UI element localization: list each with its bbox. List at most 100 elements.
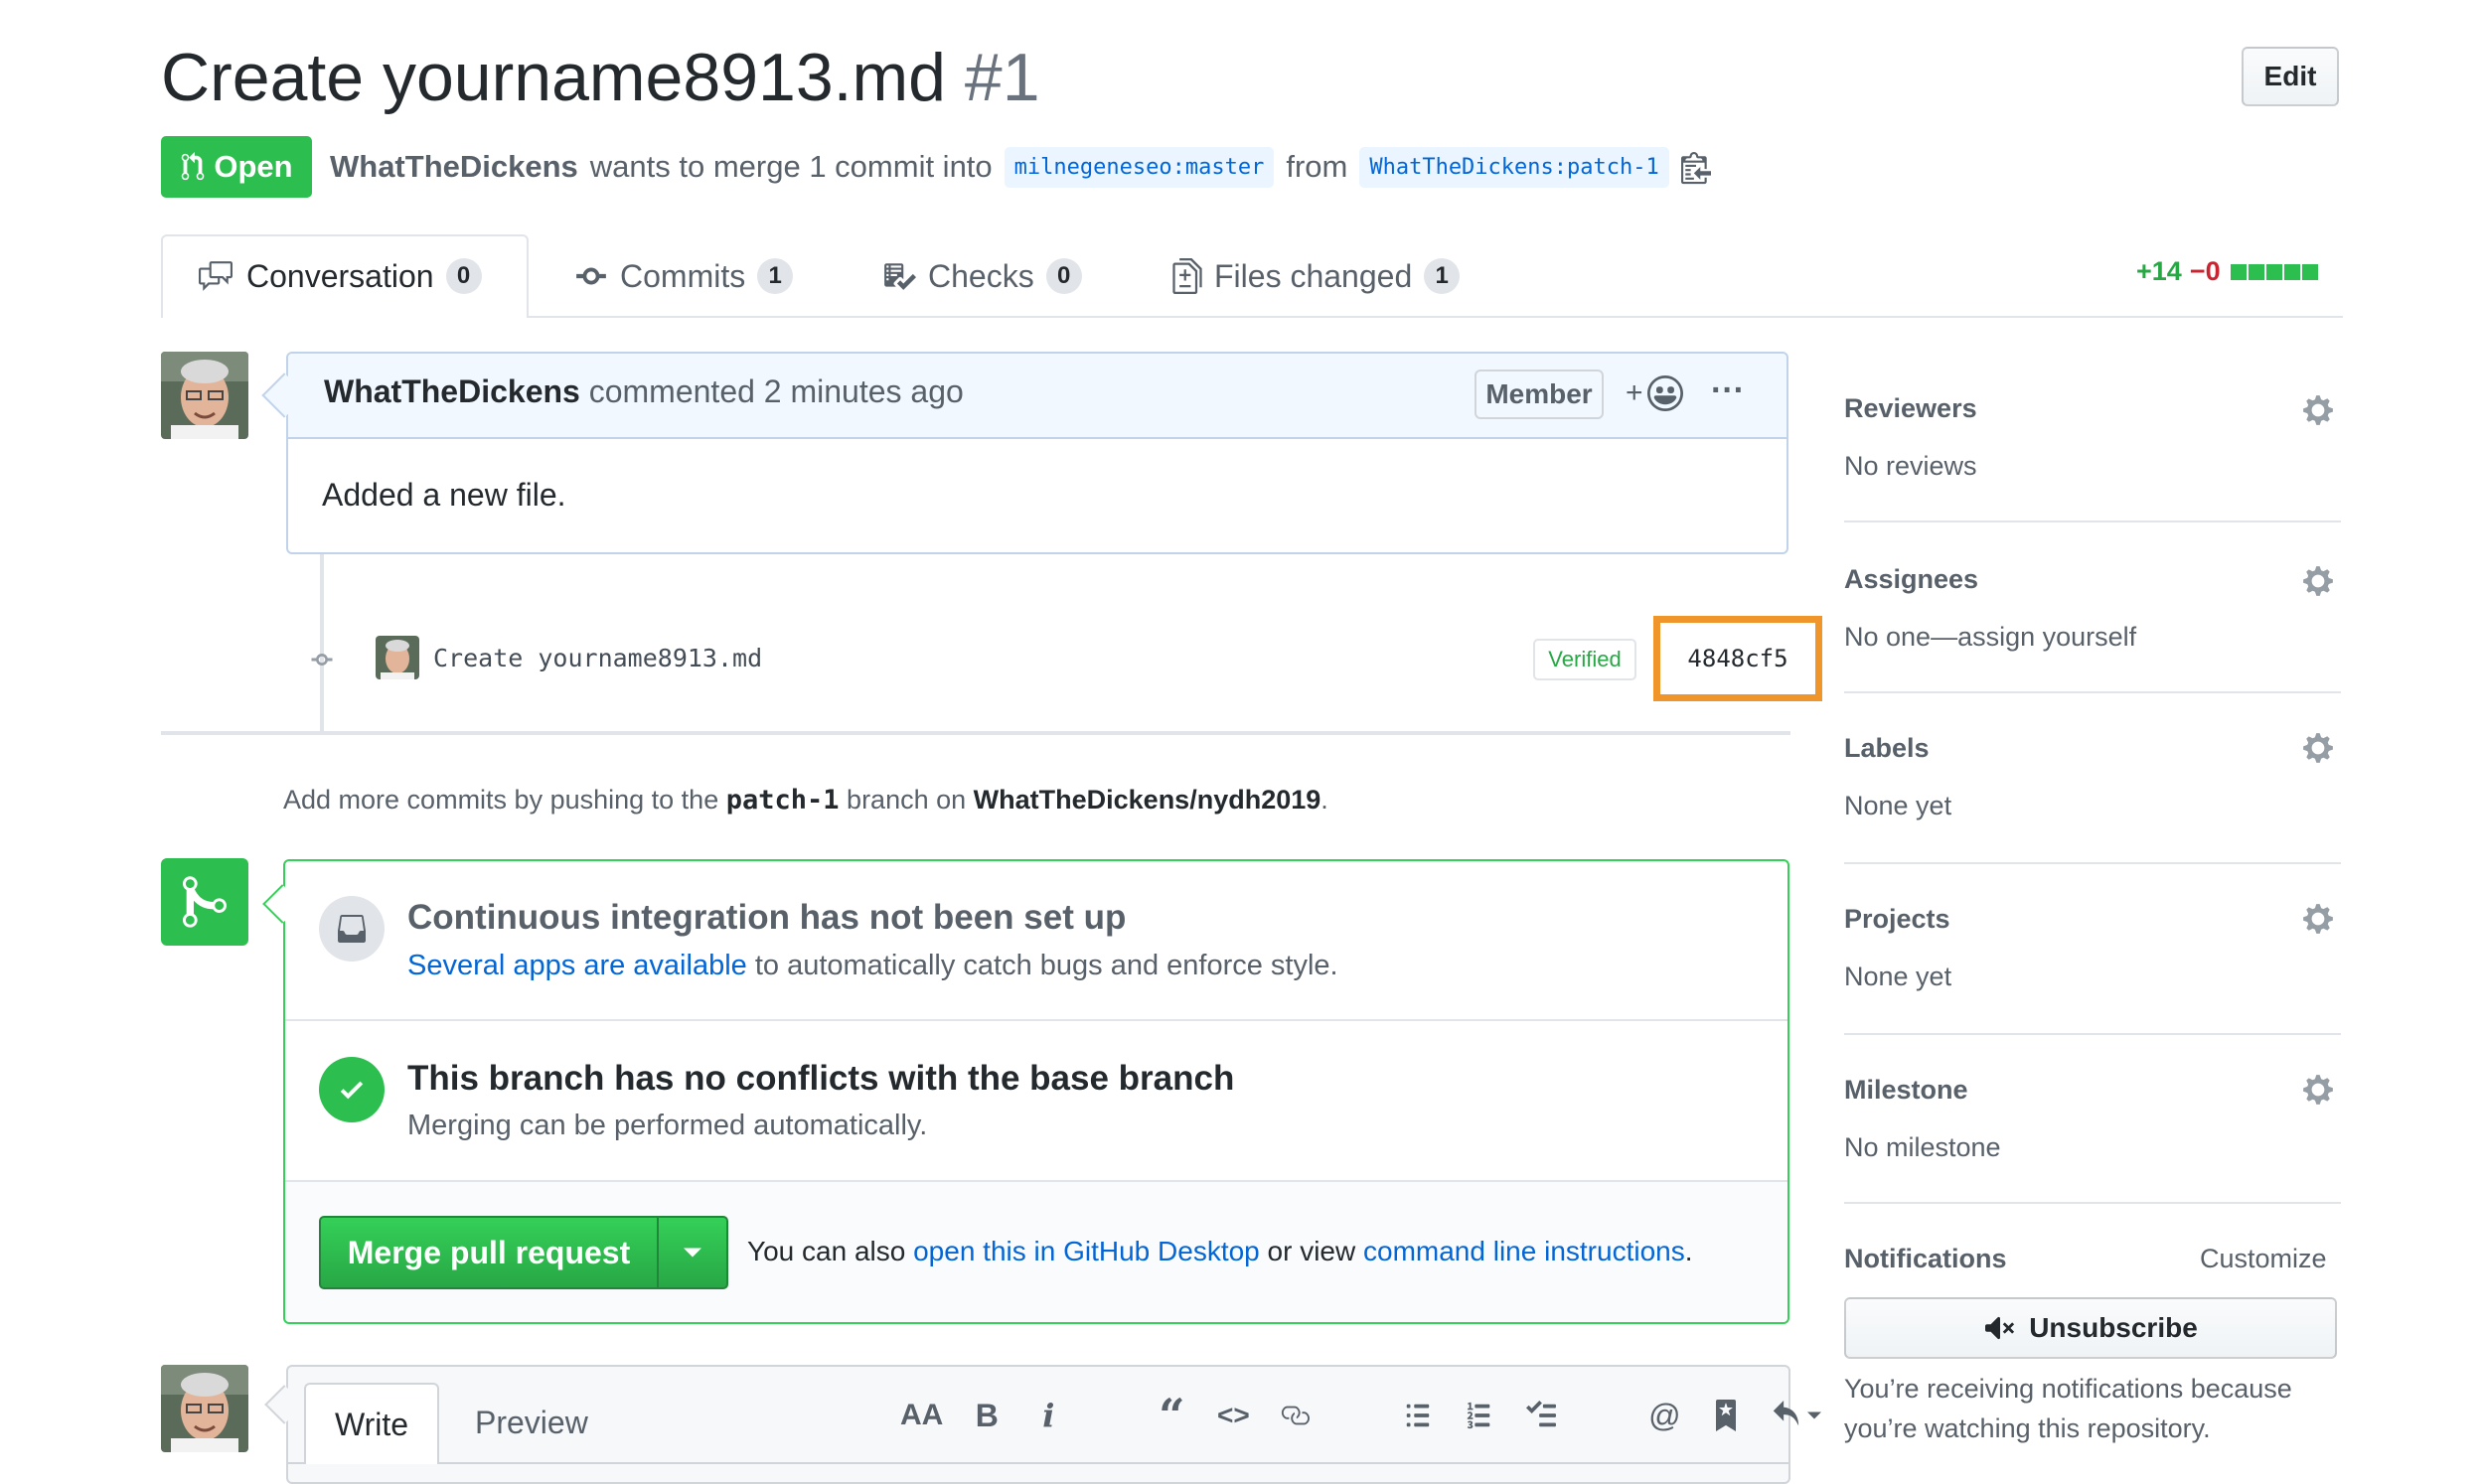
push-hint-suffix: . xyxy=(1320,785,1328,815)
git-pull-request-icon xyxy=(182,152,205,181)
head-branch[interactable]: WhatTheDickens:patch-1 xyxy=(1359,146,1669,188)
gear-icon[interactable] xyxy=(2301,564,2335,598)
comment-timestamp[interactable]: commented 2 minutes ago xyxy=(589,373,964,409)
merge-button-group: Merge pull request xyxy=(319,1216,728,1289)
check-icon xyxy=(340,1081,364,1100)
comment-header-text: WhatTheDickens commented 2 minutes ago xyxy=(324,373,964,410)
member-badge: Member xyxy=(1475,370,1604,419)
gear-icon[interactable] xyxy=(2301,731,2335,765)
ci-subtitle: Several apps are available to automatica… xyxy=(407,950,1338,982)
reviewers-heading[interactable]: Reviewers xyxy=(1844,393,1977,424)
mention-icon[interactable]: @ xyxy=(1646,1398,1682,1434)
markdown-toolbar: AA B i “ <> @ xyxy=(900,1389,1822,1442)
git-commit-icon xyxy=(311,654,333,666)
merge-alt-middle: or view xyxy=(1267,1236,1356,1266)
avatar[interactable] xyxy=(161,352,248,439)
clippy-icon[interactable] xyxy=(1680,149,1711,185)
unsubscribe-button[interactable]: Unsubscribe xyxy=(1844,1297,2337,1359)
kebab-horizontal-icon[interactable]: ··· xyxy=(1711,371,1745,410)
notification-reason: You’re receiving notifications because y… xyxy=(1844,1374,2292,1443)
composer-avatar xyxy=(161,1365,248,1452)
diffstat-deletions: −0 xyxy=(2189,256,2221,286)
merge-alt-prefix: You can also xyxy=(747,1236,906,1266)
git-merge-icon xyxy=(183,876,227,928)
tab-conversation[interactable]: Conversation 0 xyxy=(197,234,482,318)
pr-title: Create yourname8913.md #1 xyxy=(161,38,1040,117)
merge-alternatives: You can also open this in GitHub Desktop… xyxy=(747,1236,1693,1267)
composer-tabs-line xyxy=(288,1462,1788,1464)
ci-title: Continuous integration has not been set … xyxy=(407,898,1127,937)
checklist-icon xyxy=(884,263,916,290)
tab-write[interactable]: Write xyxy=(304,1383,439,1464)
tab-checks[interactable]: Checks 0 xyxy=(882,234,1082,318)
bookmark-icon[interactable] xyxy=(1708,1400,1744,1431)
unsubscribe-label: Unsubscribe xyxy=(2029,1312,2198,1343)
ci-status-icon xyxy=(319,896,385,962)
customize-link[interactable]: Customize xyxy=(2200,1244,2327,1274)
diffstat-blocks xyxy=(2229,256,2318,287)
comment-author-link[interactable]: WhatTheDickens xyxy=(324,373,580,409)
link-icon[interactable] xyxy=(1277,1401,1313,1430)
quote-icon[interactable]: “ xyxy=(1154,1389,1189,1442)
pr-number: #1 xyxy=(964,40,1040,115)
diff-icon xyxy=(1172,258,1202,294)
sidebar-divider xyxy=(1844,1033,2341,1035)
reply-icon[interactable] xyxy=(1770,1401,1822,1430)
gear-icon[interactable] xyxy=(2301,393,2335,427)
assignees-heading[interactable]: Assignees xyxy=(1844,564,1978,595)
push-hint-prefix: Add more commits by pushing to the xyxy=(283,785,719,815)
inbox-icon xyxy=(338,915,366,943)
merge-pull-request-button[interactable]: Merge pull request xyxy=(321,1218,659,1287)
task-list-icon[interactable] xyxy=(1523,1401,1559,1430)
italic-button[interactable]: i xyxy=(1030,1397,1066,1434)
assignees-value[interactable]: No one—assign yourself xyxy=(1844,622,2136,653)
timeline-separator xyxy=(161,731,1790,735)
tab-commits-count: 1 xyxy=(757,258,794,294)
tab-checks-label: Checks xyxy=(928,257,1034,294)
verified-badge[interactable]: Verified xyxy=(1533,639,1636,680)
projects-heading[interactable]: Projects xyxy=(1844,904,1950,935)
tab-files-changed[interactable]: Files changed 1 xyxy=(1172,234,1461,318)
commit-avatar[interactable] xyxy=(376,636,419,679)
tab-conversation-count: 0 xyxy=(445,258,482,294)
ci-subtitle-rest: to automatically catch bugs and enforce … xyxy=(754,950,1338,981)
projects-value: None yet xyxy=(1844,962,1952,991)
pr-state-label: Open xyxy=(214,149,293,184)
merge-method-dropdown[interactable] xyxy=(659,1218,726,1287)
commit-sha-link[interactable]: 4848cf5 xyxy=(1653,616,1822,701)
heading-button[interactable]: AA xyxy=(900,1399,943,1432)
tab-commits-label: Commits xyxy=(620,257,746,294)
unordered-list-icon[interactable] xyxy=(1400,1401,1436,1430)
no-conflicts-subtitle: Merging can be performed automatically. xyxy=(407,1110,928,1141)
tab-files-changed-count: 1 xyxy=(1424,258,1461,294)
code-icon[interactable]: <> xyxy=(1215,1400,1251,1431)
milestone-heading[interactable]: Milestone xyxy=(1844,1075,1968,1106)
tab-commits[interactable]: Commits 1 xyxy=(574,234,794,318)
command-line-instructions-link[interactable]: command line instructions xyxy=(1363,1236,1685,1266)
tab-preview[interactable]: Preview xyxy=(475,1383,588,1462)
timeline-line xyxy=(320,554,324,733)
no-conflicts-icon xyxy=(319,1057,385,1122)
gear-icon[interactable] xyxy=(2301,1073,2335,1107)
no-conflicts-title: This branch has no conflicts with the ba… xyxy=(407,1059,1235,1098)
milestone-value: No milestone xyxy=(1844,1132,2001,1162)
mute-icon xyxy=(1985,1316,2015,1340)
add-reaction-button[interactable]: + xyxy=(1626,375,1683,411)
labels-value: None yet xyxy=(1844,791,1952,820)
commit-message-link[interactable]: Create yourname8913.md xyxy=(433,644,762,672)
sidebar-divider xyxy=(1844,691,2341,693)
open-in-desktop-link[interactable]: open this in GitHub Desktop xyxy=(913,1236,1260,1266)
ordered-list-icon[interactable] xyxy=(1462,1401,1497,1430)
smiley-icon xyxy=(1646,375,1683,411)
bold-button[interactable]: B xyxy=(969,1398,1005,1434)
push-hint-repo[interactable]: WhatTheDickens/nydh2019 xyxy=(974,785,1321,815)
git-merge-badge xyxy=(161,858,248,946)
base-branch[interactable]: milnegeneseo:master xyxy=(1004,146,1275,188)
edit-button[interactable]: Edit xyxy=(2242,47,2339,106)
triangle-down-icon xyxy=(684,1248,701,1258)
pr-author-link[interactable]: WhatTheDickens xyxy=(330,149,578,185)
labels-heading[interactable]: Labels xyxy=(1844,733,1930,764)
ci-apps-link[interactable]: Several apps are available xyxy=(407,950,747,981)
plus-icon: + xyxy=(1626,376,1643,409)
gear-icon[interactable] xyxy=(2301,902,2335,936)
